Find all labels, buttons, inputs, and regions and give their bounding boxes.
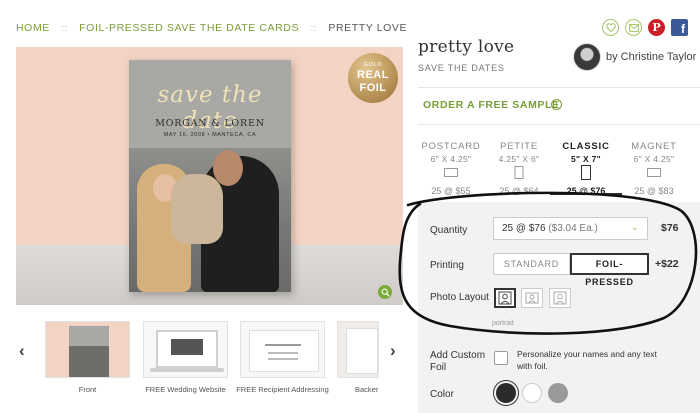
thumbnail-label: FREE Recipient Addressing <box>236 385 329 394</box>
photo-layout-label: Photo Layout <box>430 292 489 303</box>
breadcrumb: HOME :: FOIL-PRESSED SAVE THE DATE CARDS… <box>16 22 407 34</box>
color-label: Color <box>430 389 454 400</box>
gold-real-foil-badge: GOLD REAL FOIL <box>348 53 398 103</box>
square-layout-icon <box>553 291 567 305</box>
breadcrumb-category[interactable]: FOIL-PRESSED SAVE THE DATE CARDS <box>79 22 299 34</box>
printing-foil-pressed-button[interactable]: FOIL-PRESSED <box>570 253 649 287</box>
quantity-select[interactable]: 25 @ $76 ($3.04 Ea.) ⌄ <box>493 217 648 240</box>
thumbnail-label: FREE Wedding Website <box>145 385 226 394</box>
couple-photo <box>129 148 291 292</box>
printing-upcharge: +$22 <box>655 258 679 270</box>
thumbnail-backer[interactable] <box>337 321 379 378</box>
size-option-petite[interactable]: PETITE 4.25" X 6" 25 @ $64 <box>483 141 555 196</box>
chevron-down-icon: ⌄ <box>630 222 639 233</box>
size-option-magnet[interactable]: MAGNET 6" X 4.25" 25 @ $83 <box>618 141 690 196</box>
thumbnail-recipient-addressing[interactable] <box>240 321 325 378</box>
thumbnail-label: Front <box>78 385 97 394</box>
color-swatch-white[interactable] <box>522 383 542 403</box>
petite-shape-icon <box>514 166 524 179</box>
social-share-bar: P f <box>602 19 688 36</box>
layout-option-3[interactable] <box>549 288 571 308</box>
facebook-icon[interactable]: f <box>671 19 688 36</box>
pinterest-icon[interactable]: P <box>648 19 665 36</box>
printing-standard-button[interactable]: STANDARD <box>493 253 570 275</box>
size-option-classic[interactable]: CLASSIC 5" X 7" 25 @ $76 <box>550 141 622 196</box>
breadcrumb-separator: :: <box>310 23 317 33</box>
card-names: MORGAN & LOREN <box>155 118 265 129</box>
order-free-sample-link[interactable]: ORDER A FREE SAMPLE <box>423 99 560 111</box>
card-preview: save the date MORGAN & LOREN MAY 16, 200… <box>129 60 291 292</box>
zoom-icon[interactable] <box>378 285 392 299</box>
custom-foil-label: Add Custom <box>430 350 486 361</box>
postcard-shape-icon <box>444 168 458 177</box>
quantity-total-price: $76 <box>661 222 679 234</box>
layout-caption: portrait <box>492 320 514 327</box>
designer-name[interactable]: by Christine Taylor <box>606 51 696 63</box>
thumbnail-front[interactable] <box>45 321 130 378</box>
layout-portrait-option[interactable] <box>494 288 516 308</box>
product-category: SAVE THE DATES <box>418 63 505 73</box>
selected-size-indicator <box>550 193 622 195</box>
breadcrumb-home[interactable]: HOME <box>16 22 50 34</box>
divider <box>418 87 700 88</box>
magnet-shape-icon <box>647 168 661 177</box>
quantity-label: Quantity <box>430 225 468 236</box>
landscape-layout-icon <box>525 292 539 304</box>
thumbnail-wedding-website[interactable] <box>143 321 228 378</box>
mail-icon[interactable] <box>625 19 642 36</box>
custom-foil-description: Personalize your names and any text with… <box>517 349 657 371</box>
custom-foil-label-2: Foil <box>430 362 447 373</box>
card-date: MAY 16, 2008 • MANTECA, CA <box>163 132 257 138</box>
custom-foil-checkbox[interactable] <box>494 351 508 365</box>
chevron-right-icon[interactable]: › <box>390 341 396 361</box>
color-swatch-gray[interactable] <box>548 383 568 403</box>
size-option-postcard[interactable]: POSTCARD 6" X 4.25" 25 @ $55 <box>415 141 487 196</box>
designer-avatar[interactable] <box>573 43 601 71</box>
layout-option-2[interactable] <box>521 288 543 308</box>
color-swatch-black[interactable] <box>496 383 516 403</box>
breadcrumb-current: PRETTY LOVE <box>328 22 408 34</box>
classic-shape-icon <box>581 165 591 180</box>
thumbnail-label: Backer <box>355 385 379 394</box>
chevron-left-icon[interactable]: ‹ <box>19 341 25 361</box>
portrait-layout-icon <box>498 291 512 305</box>
divider <box>418 124 700 125</box>
product-title: pretty love <box>418 37 515 57</box>
breadcrumb-separator: :: <box>61 23 68 33</box>
product-hero-image[interactable]: save the date MORGAN & LOREN MAY 16, 200… <box>16 47 403 305</box>
printing-label: Printing <box>430 260 464 271</box>
info-icon[interactable]: i <box>551 99 562 110</box>
heart-icon[interactable] <box>602 19 619 36</box>
